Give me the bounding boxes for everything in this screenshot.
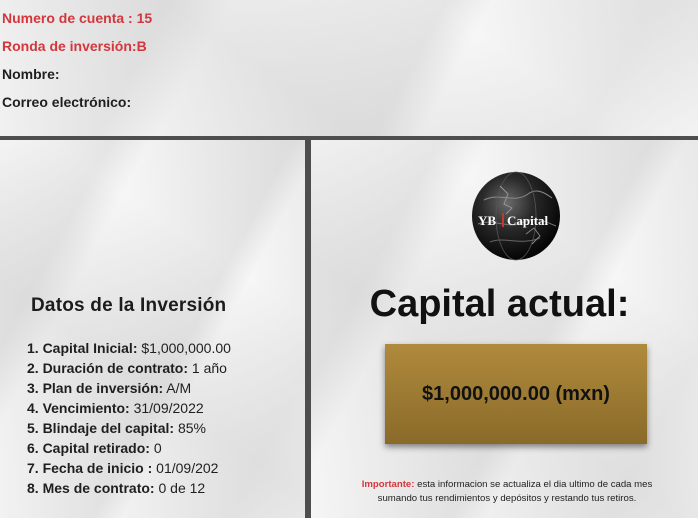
investment-item: 1. Capital Inicial: $1,000,000.00	[27, 340, 231, 356]
investment-title: Datos de la Inversión	[31, 295, 227, 316]
note-line-1: esta informacion se actualiza el dia ult…	[417, 479, 653, 490]
investment-item: 8. Mes de contrato: 0 de 12	[27, 480, 206, 496]
investment-round: Ronda de inversión:B	[2, 38, 147, 54]
investment-item: 7. Fecha de inicio : 01/09/202	[27, 460, 219, 476]
yb-capital-logo: YB Capital	[472, 171, 560, 261]
investment-item: 2. Duración de contrato: 1 año	[27, 360, 227, 376]
capital-amount-box: $1,000,000.00 (mxn)	[385, 344, 647, 444]
important-label: Importante:	[361, 479, 415, 490]
note-line-2: sumando tus rendimientos y depósitos y r…	[377, 493, 637, 504]
logo-text-left: YB	[478, 213, 496, 228]
name-label: Nombre:	[2, 66, 60, 82]
update-note: Importante: esta informacion se actualiz…	[318, 478, 696, 506]
capital-title: Capital actual:	[369, 283, 630, 325]
investment-item: 5. Blindaje del capital: 85%	[27, 420, 206, 436]
logo-text-right: Capital	[507, 213, 549, 228]
capital-amount: $1,000,000.00 (mxn)	[422, 382, 610, 405]
email-label: Correo electrónico:	[2, 94, 132, 110]
investment-item: 6. Capital retirado: 0	[27, 440, 162, 456]
investment-item: 4. Vencimiento: 31/09/2022	[27, 400, 204, 416]
account-number: Numero de cuenta : 15	[2, 10, 153, 26]
investment-item: 3. Plan de inversión: A/M	[27, 380, 192, 396]
